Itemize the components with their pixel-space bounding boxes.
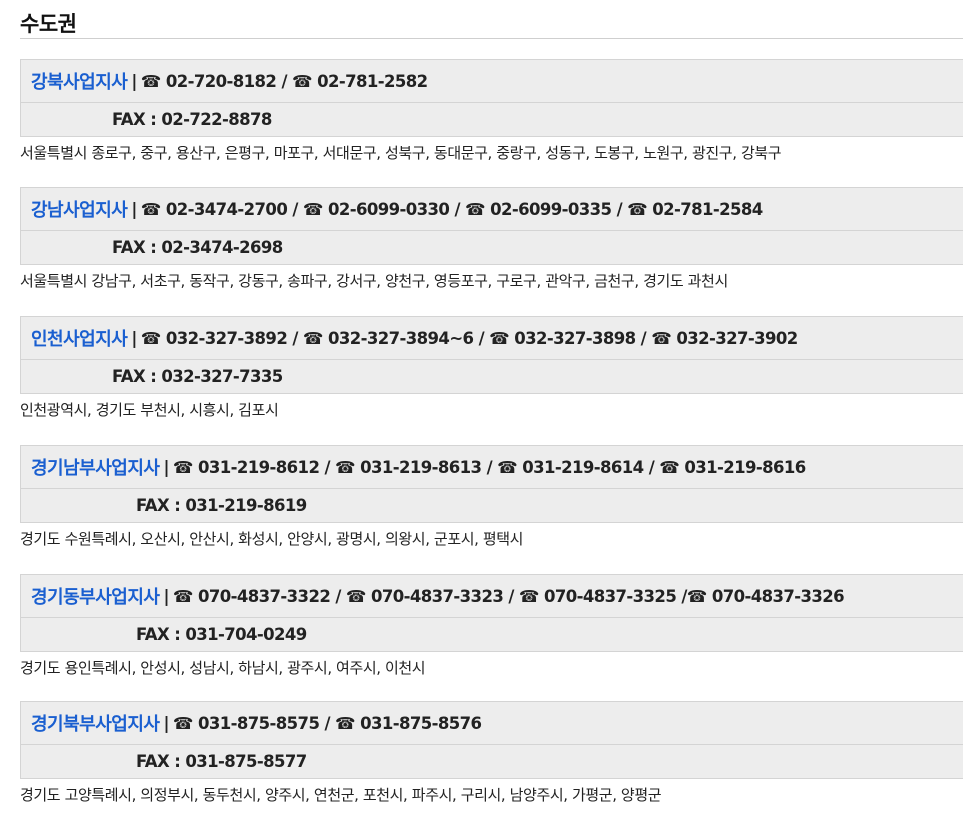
office-name: 경기남부사업지사 [31,458,160,479]
phone-numbers: ☎ 02-3474-2700 / ☎ 02-6099-0330 / ☎ 02-6… [140,199,763,219]
office-header: 경기북부사업지사 | ☎ 031-875-8575 / ☎ 031-875-85… [20,701,963,745]
title-divider [20,38,963,39]
service-area: 경기도 고양특례시, 의정부시, 동두천시, 양주시, 연천군, 포천시, 파주… [20,785,662,804]
separator: | [131,328,137,348]
fax-row: FAX : 031-704-0249 [20,618,963,652]
phone-numbers: ☎ 032-327-3892 / ☎ 032-327-3894~6 / ☎ 03… [140,328,798,348]
office-name: 인천사업지사 [31,329,128,350]
service-area: 서울특별시 강남구, 서초구, 동작구, 강동구, 송파구, 강서구, 양천구,… [20,271,728,290]
separator: | [163,713,169,733]
office-header: 강남사업지사 | ☎ 02-3474-2700 / ☎ 02-6099-0330… [20,187,963,231]
service-area: 서울특별시 종로구, 중구, 용산구, 은평구, 마포구, 서대문구, 성북구,… [20,143,782,162]
phone-numbers: ☎ 02-720-8182 / ☎ 02-781-2582 [140,71,428,91]
phone-numbers: ☎ 031-875-8575 / ☎ 031-875-8576 [172,713,482,733]
office-block-gangnam: 강남사업지사 | ☎ 02-3474-2700 / ☎ 02-6099-0330… [20,187,963,295]
fax-number: FAX : 02-3474-2698 [112,238,283,257]
separator: | [131,71,137,91]
office-name: 경기북부사업지사 [31,714,160,735]
separator: | [163,586,169,606]
office-block-gyeonggi-north: 경기북부사업지사 | ☎ 031-875-8575 / ☎ 031-875-85… [20,701,963,809]
office-block-gyeonggi-east: 경기동부사업지사 | ☎ 070-4837-3322 / ☎ 070-4837-… [20,574,963,682]
office-header: 인천사업지사 | ☎ 032-327-3892 / ☎ 032-327-3894… [20,316,963,360]
fax-row: FAX : 031-219-8619 [20,489,963,523]
office-name: 경기동부사업지사 [31,587,160,608]
page: 수도권 강북사업지사 | ☎ 02-720-8182 / ☎ 02-781-25… [0,0,963,822]
service-area: 인천광역시, 경기도 부천시, 시흥시, 김포시 [20,400,279,419]
service-area: 경기도 수원특례시, 오산시, 안산시, 화성시, 안양시, 광명시, 의왕시,… [20,529,524,548]
office-name: 강남사업지사 [31,200,128,221]
fax-number: FAX : 02-722-8878 [112,110,272,129]
office-header: 경기동부사업지사 | ☎ 070-4837-3322 / ☎ 070-4837-… [20,574,963,618]
office-block-incheon: 인천사업지사 | ☎ 032-327-3892 / ☎ 032-327-3894… [20,316,963,424]
separator: | [163,457,169,477]
fax-number: FAX : 031-875-8577 [136,752,307,771]
section-title: 수도권 [20,12,77,36]
fax-row: FAX : 02-722-8878 [20,103,963,137]
office-block-gyeonggi-south: 경기남부사업지사 | ☎ 031-219-8612 / ☎ 031-219-86… [20,445,963,553]
office-header: 강북사업지사 | ☎ 02-720-8182 / ☎ 02-781-2582 [20,59,963,103]
fax-row: FAX : 031-875-8577 [20,745,963,779]
fax-row: FAX : 02-3474-2698 [20,231,963,265]
office-block-gangbuk: 강북사업지사 | ☎ 02-720-8182 / ☎ 02-781-2582 F… [20,59,963,167]
fax-number: FAX : 032-327-7335 [112,367,283,386]
fax-number: FAX : 031-219-8619 [136,496,307,515]
service-area: 경기도 용인특례시, 안성시, 성남시, 하남시, 광주시, 여주시, 이천시 [20,658,426,677]
office-header: 경기남부사업지사 | ☎ 031-219-8612 / ☎ 031-219-86… [20,445,963,489]
fax-row: FAX : 032-327-7335 [20,360,963,394]
separator: | [131,199,137,219]
phone-numbers: ☎ 070-4837-3322 / ☎ 070-4837-3323 / ☎ 07… [172,586,845,606]
office-name: 강북사업지사 [31,72,128,93]
phone-numbers: ☎ 031-219-8612 / ☎ 031-219-8613 / ☎ 031-… [172,457,806,477]
fax-number: FAX : 031-704-0249 [136,625,307,644]
